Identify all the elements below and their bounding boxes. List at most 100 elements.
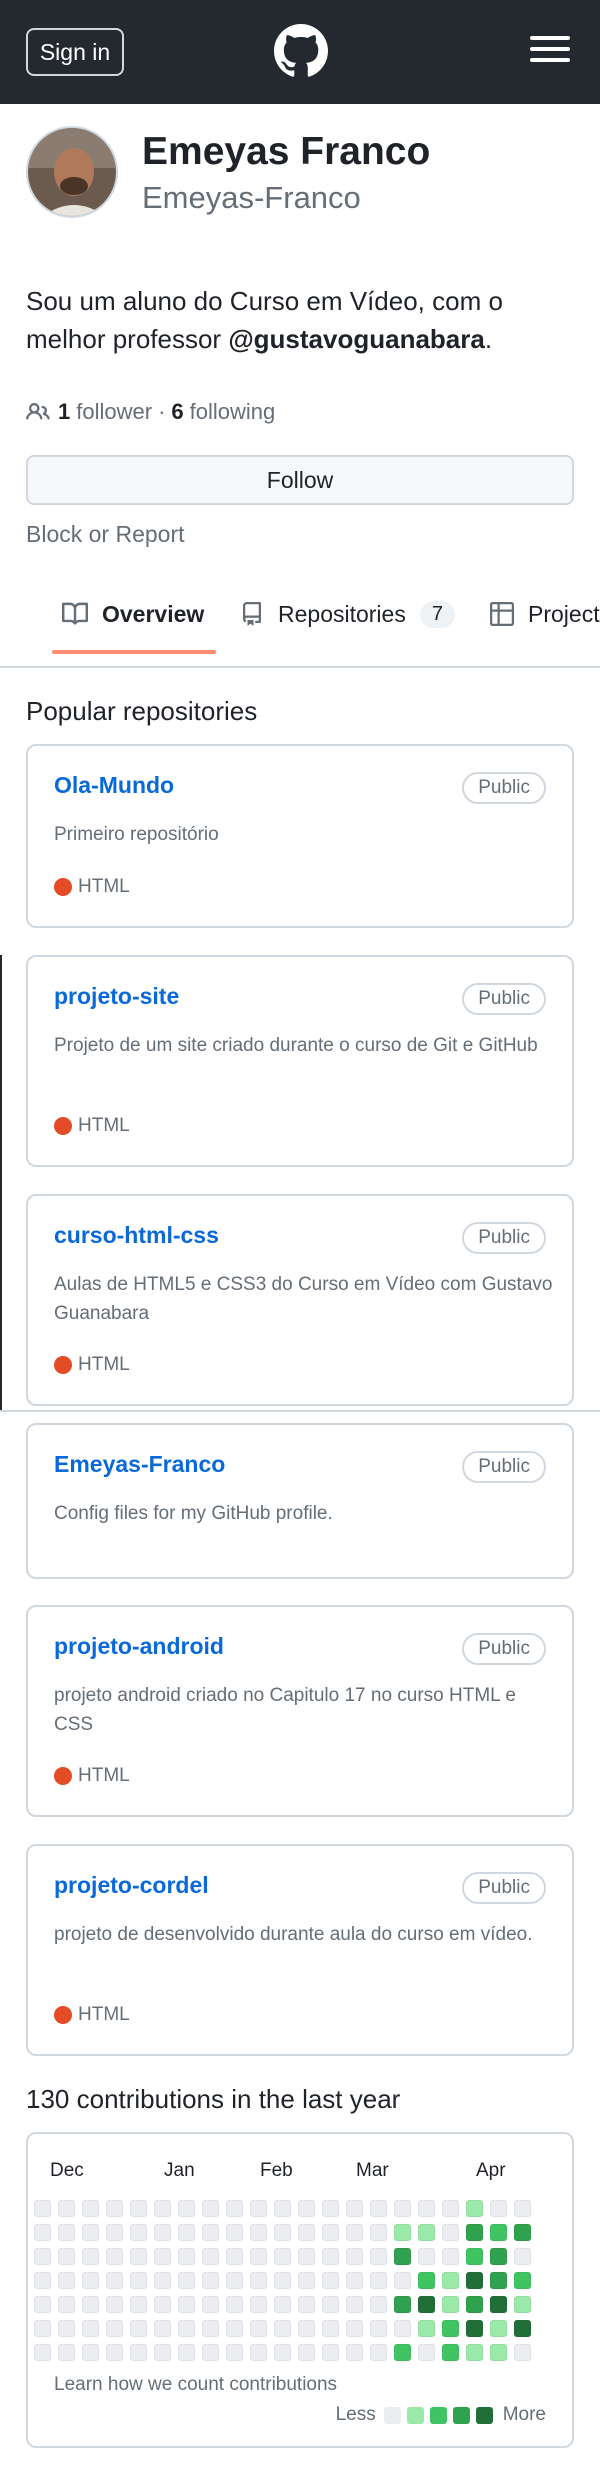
contribution-day-cell[interactable] xyxy=(514,2248,531,2265)
contribution-day-cell[interactable] xyxy=(322,2248,339,2265)
contribution-day-cell[interactable] xyxy=(154,2200,171,2217)
contribution-day-cell[interactable] xyxy=(346,2320,363,2337)
contribution-day-cell[interactable] xyxy=(226,2320,243,2337)
contribution-day-cell[interactable] xyxy=(418,2272,435,2289)
contribution-day-cell[interactable] xyxy=(178,2248,195,2265)
contribution-day-cell[interactable] xyxy=(490,2320,507,2337)
contribution-day-cell[interactable] xyxy=(178,2320,195,2337)
contribution-day-cell[interactable] xyxy=(418,2224,435,2241)
contribution-day-cell[interactable] xyxy=(34,2224,51,2241)
contribution-day-cell[interactable] xyxy=(370,2248,387,2265)
contribution-day-cell[interactable] xyxy=(490,2224,507,2241)
contribution-day-cell[interactable] xyxy=(178,2200,195,2217)
contribution-day-cell[interactable] xyxy=(298,2272,315,2289)
contribution-day-cell[interactable] xyxy=(466,2320,483,2337)
contribution-day-cell[interactable] xyxy=(514,2200,531,2217)
contribution-day-cell[interactable] xyxy=(298,2248,315,2265)
contribution-day-cell[interactable] xyxy=(394,2320,411,2337)
contribution-day-cell[interactable] xyxy=(418,2320,435,2337)
contribution-day-cell[interactable] xyxy=(274,2344,291,2361)
contribution-day-cell[interactable] xyxy=(370,2344,387,2361)
contribution-day-cell[interactable] xyxy=(490,2296,507,2313)
contribution-day-cell[interactable] xyxy=(274,2200,291,2217)
repo-name-link[interactable]: curso-html-css xyxy=(54,1222,219,1249)
contribution-day-cell[interactable] xyxy=(346,2272,363,2289)
contribution-day-cell[interactable] xyxy=(34,2200,51,2217)
contribution-day-cell[interactable] xyxy=(82,2344,99,2361)
contribution-day-cell[interactable] xyxy=(82,2320,99,2337)
followers-label[interactable]: follower xyxy=(76,399,152,425)
contribution-day-cell[interactable] xyxy=(34,2296,51,2313)
contribution-day-cell[interactable] xyxy=(178,2272,195,2289)
contribution-day-cell[interactable] xyxy=(34,2272,51,2289)
tab-repositories[interactable]: Repositories 7 xyxy=(240,590,455,638)
contribution-day-cell[interactable] xyxy=(130,2344,147,2361)
contribution-day-cell[interactable] xyxy=(202,2272,219,2289)
contribution-day-cell[interactable] xyxy=(442,2296,459,2313)
contribution-day-cell[interactable] xyxy=(178,2344,195,2361)
contribution-day-cell[interactable] xyxy=(418,2296,435,2313)
contribution-day-cell[interactable] xyxy=(58,2224,75,2241)
contribution-day-cell[interactable] xyxy=(226,2248,243,2265)
sign-in-button[interactable]: Sign in xyxy=(26,28,124,76)
contribution-day-cell[interactable] xyxy=(202,2248,219,2265)
contribution-day-cell[interactable] xyxy=(58,2344,75,2361)
contribution-day-cell[interactable] xyxy=(394,2344,411,2361)
contribution-day-cell[interactable] xyxy=(82,2248,99,2265)
contribution-day-cell[interactable] xyxy=(322,2224,339,2241)
contribution-day-cell[interactable] xyxy=(34,2344,51,2361)
contribution-day-cell[interactable] xyxy=(274,2248,291,2265)
contribution-day-cell[interactable] xyxy=(130,2248,147,2265)
contribution-day-cell[interactable] xyxy=(82,2296,99,2313)
contribution-day-cell[interactable] xyxy=(58,2296,75,2313)
contribution-day-cell[interactable] xyxy=(202,2224,219,2241)
followers-count[interactable]: 1 xyxy=(58,399,70,425)
contribution-day-cell[interactable] xyxy=(442,2320,459,2337)
contribution-day-cell[interactable] xyxy=(202,2200,219,2217)
contribution-day-cell[interactable] xyxy=(298,2200,315,2217)
contribution-day-cell[interactable] xyxy=(106,2224,123,2241)
contribution-day-cell[interactable] xyxy=(202,2320,219,2337)
contribution-day-cell[interactable] xyxy=(418,2344,435,2361)
contribution-day-cell[interactable] xyxy=(178,2296,195,2313)
avatar[interactable] xyxy=(26,126,118,218)
contribution-day-cell[interactable] xyxy=(442,2224,459,2241)
contribution-day-cell[interactable] xyxy=(226,2344,243,2361)
contribution-day-cell[interactable] xyxy=(106,2320,123,2337)
contribution-day-cell[interactable] xyxy=(226,2272,243,2289)
contribution-day-cell[interactable] xyxy=(82,2200,99,2217)
contribution-day-cell[interactable] xyxy=(130,2224,147,2241)
contribution-day-cell[interactable] xyxy=(130,2200,147,2217)
contribution-day-cell[interactable] xyxy=(130,2320,147,2337)
contribution-day-cell[interactable] xyxy=(346,2224,363,2241)
contribution-day-cell[interactable] xyxy=(226,2200,243,2217)
contribution-day-cell[interactable] xyxy=(322,2320,339,2337)
contribution-day-cell[interactable] xyxy=(106,2272,123,2289)
contribution-day-cell[interactable] xyxy=(106,2200,123,2217)
contribution-day-cell[interactable] xyxy=(154,2272,171,2289)
contribution-day-cell[interactable] xyxy=(250,2224,267,2241)
contribution-day-cell[interactable] xyxy=(106,2296,123,2313)
contribution-day-cell[interactable] xyxy=(106,2248,123,2265)
contribution-day-cell[interactable] xyxy=(58,2320,75,2337)
contribution-day-cell[interactable] xyxy=(514,2296,531,2313)
contribution-day-cell[interactable] xyxy=(514,2320,531,2337)
contribution-day-cell[interactable] xyxy=(490,2248,507,2265)
contribution-day-cell[interactable] xyxy=(250,2296,267,2313)
contribution-day-cell[interactable] xyxy=(346,2200,363,2217)
bio-mention-link[interactable]: @gustavoguanabara xyxy=(228,324,485,354)
contribution-day-cell[interactable] xyxy=(250,2248,267,2265)
contribution-day-cell[interactable] xyxy=(202,2296,219,2313)
contribution-day-cell[interactable] xyxy=(466,2248,483,2265)
contribution-day-cell[interactable] xyxy=(298,2320,315,2337)
repo-name-link[interactable]: Emeyas-Franco xyxy=(54,1451,225,1478)
contribution-day-cell[interactable] xyxy=(154,2320,171,2337)
contribution-day-cell[interactable] xyxy=(250,2344,267,2361)
contribution-day-cell[interactable] xyxy=(370,2296,387,2313)
contribution-day-cell[interactable] xyxy=(298,2344,315,2361)
contribution-day-cell[interactable] xyxy=(346,2296,363,2313)
contribution-day-cell[interactable] xyxy=(274,2272,291,2289)
contribution-day-cell[interactable] xyxy=(106,2344,123,2361)
contribution-day-cell[interactable] xyxy=(466,2200,483,2217)
repo-name-link[interactable]: Ola-Mundo xyxy=(54,772,174,799)
